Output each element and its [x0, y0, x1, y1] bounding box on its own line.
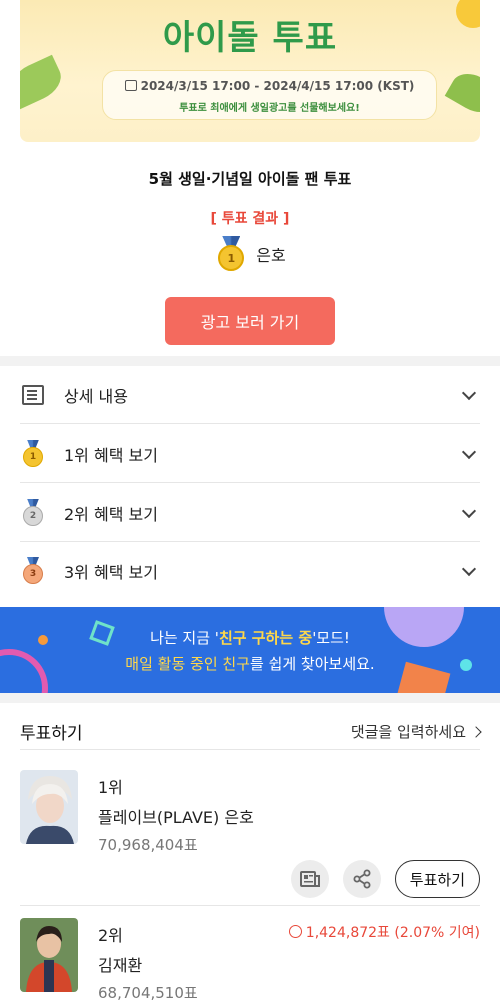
silver-medal-icon: 2 [21, 498, 45, 527]
chevron-down-icon [461, 503, 477, 518]
banner-info-box: 2024/3/15 17:00 - 2024/4/15 17:00 (KST) … [102, 70, 437, 120]
friend-mode-promo-banner[interactable]: 나는 지금 '친구 구하는 중'모드! 매일 활동 중인 친구를 쉽게 찾아보세… [0, 607, 500, 693]
banner-period: 2024/3/15 17:00 - 2024/4/15 17:00 (KST) [103, 79, 436, 93]
accordion-details[interactable]: 상세 내용 [20, 366, 480, 424]
candidate-photo[interactable] [20, 770, 78, 844]
bronze-medal-icon: 3 [21, 557, 45, 585]
candidate-actions: 투표하기 [290, 860, 480, 898]
vote-button[interactable]: 투표하기 [394, 860, 480, 898]
section-divider [0, 693, 500, 703]
section-divider [0, 356, 500, 366]
candidate-name: 플레이브(PLAVE) 은호 [98, 808, 254, 827]
calendar-icon [124, 80, 137, 91]
share-icon[interactable] [342, 860, 381, 898]
document-icon [22, 384, 44, 405]
leaf-decoration [444, 66, 480, 120]
accordion-label: 상세 내용 [64, 386, 128, 406]
candidate-row: 2위 1,424,872표 (2.07% 기여) 김재환 68,704,510표 [20, 918, 480, 1008]
leaf-decoration [20, 54, 68, 110]
candidate-rank: 2위 [98, 926, 123, 945]
accordion-label: 2위 혜택 보기 [64, 504, 158, 524]
chevron-down-icon [461, 561, 477, 577]
promo-line-1: 나는 지금 '친구 구하는 중'모드! [150, 629, 350, 647]
accordion-3rd-benefit[interactable]: 3 3위 혜택 보기 [20, 542, 480, 600]
candidate-name: 김재환 [98, 956, 143, 975]
promo-line-2: 매일 활동 중인 친구를 쉽게 찾아보세요. [125, 655, 375, 673]
candidate-rank: 1위 [98, 778, 123, 797]
news-icon[interactable] [290, 860, 329, 898]
candidate-contribution: 1,424,872표 (2.07% 기여) [288, 922, 480, 942]
gold-medal-icon: 1 [21, 439, 45, 468]
vote-section-header: 투표하기 댓글을 입력하세요 [20, 714, 480, 750]
poll-title: 5월 생일·기념일 아이돌 팬 투표 [148, 170, 352, 188]
gold-medal-icon: 1 [214, 236, 248, 272]
candidate-row: 1위 플레이브(PLAVE) 은호 70,968,404표 투표하기 [20, 770, 480, 900]
view-ad-button[interactable]: 광고 보러 가기 [165, 297, 335, 345]
chevron-down-icon [461, 444, 477, 459]
accordion-label: 3위 혜택 보기 [64, 563, 158, 582]
candidate-divider [20, 905, 480, 906]
accordion-2nd-benefit[interactable]: 2 2위 혜택 보기 [20, 484, 480, 542]
candidate-votes: 68,704,510표 [98, 984, 198, 1002]
candidate-photo[interactable] [20, 918, 78, 992]
clock-icon [288, 925, 302, 938]
accordion-1st-benefit[interactable]: 1 1위 혜택 보기 [20, 425, 480, 483]
banner-title: 아이돌 투표 [162, 18, 338, 58]
chevron-down-icon [461, 385, 477, 400]
comment-link[interactable]: 댓글을 입력하세요 [351, 721, 480, 742]
accordion-label: 1위 혜택 보기 [64, 445, 158, 465]
candidate-votes: 70,968,404표 [98, 836, 198, 854]
winner-name: 은호 [256, 246, 286, 265]
event-banner: 아이돌 투표 2024/3/15 17:00 - 2024/4/15 17:00… [20, 0, 480, 142]
banner-subtitle: 투표로 최애에게 생일광고를 선물해보세요! [179, 103, 360, 114]
result-label: [ 투표 결과 ] [210, 211, 290, 227]
vote-section-title: 투표하기 [20, 724, 83, 744]
winner: 1 은호 [0, 236, 500, 272]
